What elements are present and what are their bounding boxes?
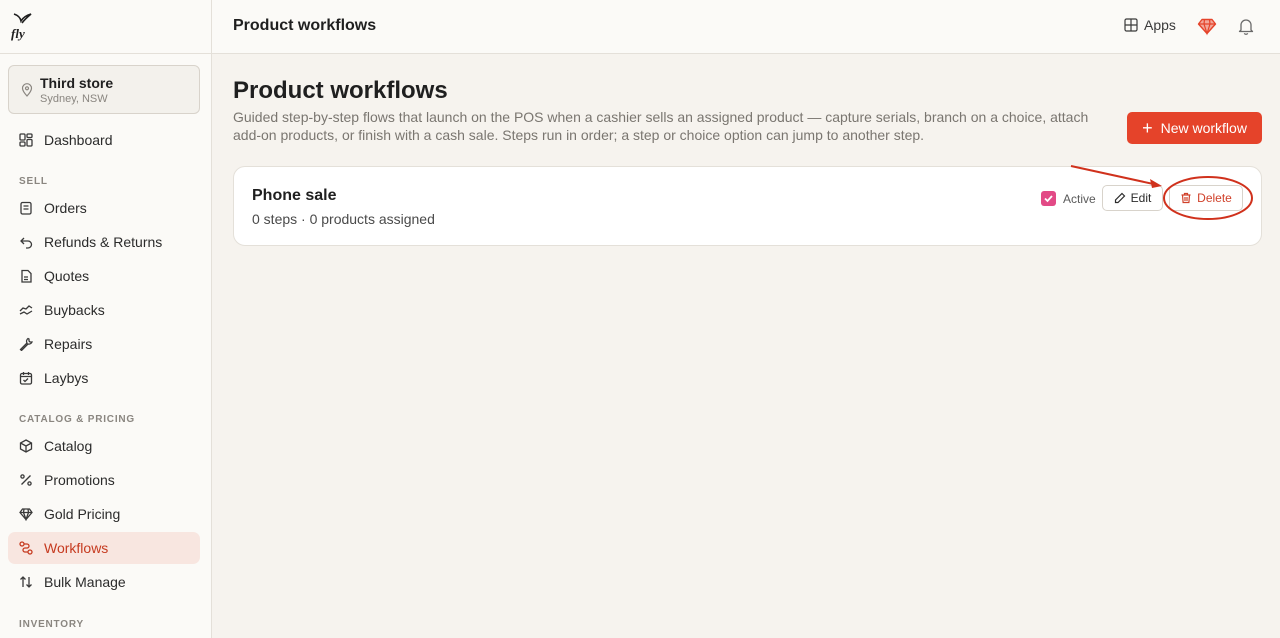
- delete-button[interactable]: Delete: [1169, 185, 1243, 211]
- new-workflow-button[interactable]: + New workflow: [1127, 112, 1262, 144]
- sidebar-item-dashboard[interactable]: Dashboard: [8, 124, 200, 156]
- sidebar-item-label: Workflows: [44, 540, 109, 556]
- apps-button[interactable]: Apps: [1124, 17, 1176, 33]
- section-label-sell: SELL: [19, 176, 48, 187]
- apps-label: Apps: [1144, 17, 1176, 33]
- checkmark-icon: [1044, 195, 1053, 203]
- store-selector[interactable]: Third store Sydney, NSW: [8, 65, 200, 114]
- map-pin-icon: [21, 83, 33, 97]
- page-title: Product workflows: [233, 77, 448, 104]
- delete-label: Delete: [1197, 191, 1232, 205]
- sidebar-item-label: Repairs: [44, 336, 93, 352]
- sidebar-item-label: Catalog: [44, 438, 93, 454]
- bell-icon[interactable]: [1236, 16, 1256, 36]
- sidebar-item-bulk-manage[interactable]: Bulk Manage: [8, 566, 200, 598]
- trash-icon: [1181, 192, 1191, 204]
- quotes-icon: [18, 268, 34, 284]
- sidebar-item-label: Orders: [44, 200, 87, 216]
- sidebar-item-workflows[interactable]: Workflows: [8, 532, 200, 564]
- orders-icon: [18, 200, 34, 216]
- edit-button[interactable]: Edit: [1102, 185, 1163, 211]
- section-label-inventory: INVENTORY: [19, 619, 84, 630]
- new-workflow-label: New workflow: [1160, 120, 1247, 136]
- fly-logo[interactable]: fly: [10, 11, 34, 41]
- top-bar: Product workflows Apps: [212, 0, 1280, 54]
- sidebar-item-label: Promotions: [44, 472, 115, 488]
- sidebar-item-label: Bulk Manage: [44, 574, 126, 590]
- gem-icon: [18, 506, 34, 522]
- section-label-catalog-pricing: CATALOG & PRICING: [19, 414, 136, 425]
- active-checkbox[interactable]: [1041, 191, 1056, 206]
- page-description: Guided step-by-step flows that launch on…: [233, 109, 1089, 143]
- wrench-icon: [18, 336, 34, 352]
- sidebar-item-repairs[interactable]: Repairs: [8, 328, 200, 360]
- sidebar-item-buybacks[interactable]: Buybacks: [8, 294, 200, 326]
- box-icon: [18, 438, 34, 454]
- sidebar-item-label: Laybys: [44, 370, 89, 386]
- edit-label: Edit: [1130, 191, 1152, 205]
- workflow-card: Phone sale 0 steps · 0 products assigned…: [233, 166, 1262, 246]
- sidebar: fly Third store Sydney, NSW Dashboard SE…: [0, 0, 212, 638]
- dashboard-icon: [18, 132, 34, 148]
- sidebar-item-laybys[interactable]: Laybys: [8, 362, 200, 394]
- sidebar-item-gold-pricing[interactable]: Gold Pricing: [8, 498, 200, 530]
- gem-icon[interactable]: [1197, 16, 1217, 36]
- sidebar-item-catalog[interactable]: Catalog: [8, 430, 200, 462]
- sidebar-item-refunds[interactable]: Refunds & Returns: [8, 226, 200, 258]
- sidebar-item-promotions[interactable]: Promotions: [8, 464, 200, 496]
- plus-icon: +: [1142, 118, 1153, 138]
- sidebar-item-label: Quotes: [44, 268, 90, 284]
- sidebar-item-orders[interactable]: Orders: [8, 192, 200, 224]
- logo-area: fly: [0, 0, 211, 54]
- svg-text:fly: fly: [11, 26, 25, 41]
- active-label: Active: [1063, 192, 1096, 206]
- workflow-icon: [18, 540, 34, 556]
- sidebar-item-label: Refunds & Returns: [44, 234, 163, 250]
- sidebar-item-label: Dashboard: [44, 132, 113, 148]
- buybacks-icon: [18, 302, 34, 318]
- workflow-name: Phone sale: [252, 187, 337, 204]
- calendar-icon: [18, 370, 34, 386]
- topbar-title: Product workflows: [233, 17, 377, 34]
- store-location: Sydney, NSW: [40, 93, 108, 105]
- sort-arrows-icon: [18, 574, 34, 590]
- pencil-icon: [1114, 192, 1126, 204]
- workflow-summary: 0 steps · 0 products assigned: [252, 211, 435, 227]
- sidebar-item-label: Buybacks: [44, 302, 105, 318]
- refund-icon: [18, 234, 34, 250]
- percent-icon: [18, 472, 34, 488]
- store-name: Third store: [40, 75, 114, 91]
- grid-icon: [1124, 18, 1138, 32]
- sidebar-item-quotes[interactable]: Quotes: [8, 260, 200, 292]
- sidebar-item-label: Gold Pricing: [44, 506, 121, 522]
